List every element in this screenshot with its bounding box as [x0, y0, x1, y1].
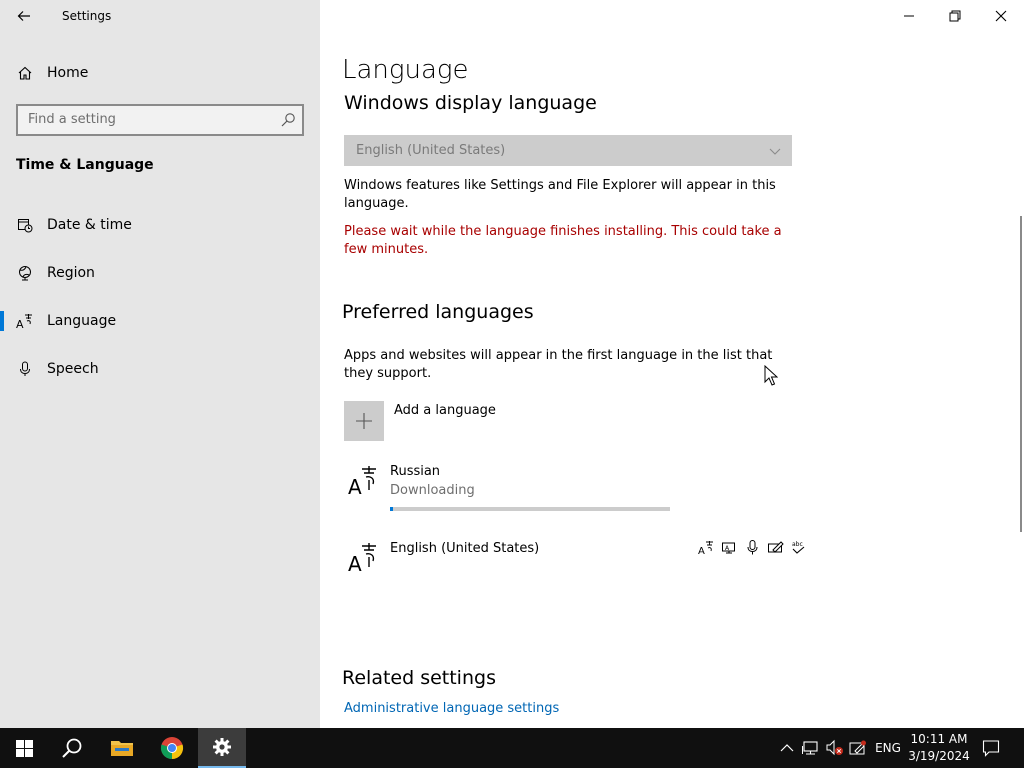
language-pack-icon: A [348, 543, 376, 575]
svg-text:A: A [348, 475, 362, 498]
handwriting-icon [767, 539, 784, 556]
language-feature-icons: A A abc [698, 539, 808, 557]
plus-icon [356, 413, 372, 429]
show-hidden-icons-button[interactable] [778, 738, 796, 758]
globe-icon [16, 264, 34, 282]
notification-icon [982, 740, 1000, 757]
chrome-button[interactable] [148, 728, 196, 768]
volume-muted-icon [826, 739, 843, 756]
volume-button[interactable] [825, 738, 845, 758]
app-title: Settings [62, 9, 112, 23]
display-icon: A [721, 539, 738, 556]
pen-workspace-icon [849, 740, 866, 755]
clock-date: 3/19/2024 [908, 749, 970, 763]
sidebar-item-label: Home [47, 65, 89, 81]
related-settings-heading: Related settings [342, 667, 496, 689]
gear-icon [213, 738, 231, 756]
display-language-heading: Windows display language [344, 92, 597, 114]
sidebar-item-speech[interactable]: Speech [0, 349, 320, 389]
network-button[interactable] [801, 738, 821, 758]
start-button[interactable] [0, 728, 48, 768]
chrome-icon [160, 737, 184, 760]
language-name: Russian [390, 464, 441, 479]
page-title: Language [342, 55, 469, 85]
sidebar-item-label: Date & time [47, 217, 132, 233]
search-icon [281, 113, 295, 127]
windows-logo-icon [15, 739, 33, 757]
file-explorer-button[interactable] [98, 728, 146, 768]
download-progress-fill [390, 507, 393, 511]
svg-text:A: A [698, 546, 705, 556]
language-icon: A [16, 312, 34, 330]
back-arrow-icon [17, 11, 30, 21]
download-progress-bar [390, 507, 670, 511]
settings-taskbar-button[interactable] [198, 728, 246, 768]
section-title: Time & Language [16, 157, 154, 173]
add-language-button[interactable] [344, 401, 384, 441]
speech-icon [744, 539, 761, 556]
display-language-description: Windows features like Settings and File … [344, 178, 776, 211]
folder-icon [111, 741, 133, 756]
preferred-languages-description: Apps and websites will appear in the fir… [344, 348, 773, 381]
preferred-languages-heading: Preferred languages [342, 301, 534, 323]
svg-text:A: A [348, 552, 362, 575]
language-pack-icon: A [348, 466, 376, 498]
back-button[interactable] [8, 2, 40, 30]
admin-language-settings-link[interactable]: Administrative language settings [344, 701, 559, 716]
sidebar-item-label: Language [47, 313, 117, 329]
chevron-down-icon [769, 148, 781, 155]
clock-time: 10:11 AM [910, 732, 968, 746]
language-item-english[interactable]: A English (United States) A A abc [344, 539, 805, 595]
language-name: English (United States) [390, 541, 540, 556]
sidebar-item-region[interactable]: Region [0, 253, 320, 293]
language-status: Downloading [390, 483, 475, 498]
language-item-russian[interactable]: A Russian Downloading [344, 462, 792, 518]
sidebar-item-date-time[interactable]: Date & time [0, 205, 320, 245]
svg-text:abc: abc [792, 541, 803, 548]
add-language-label[interactable]: Add a language [394, 403, 496, 418]
input-language-indicator[interactable]: ENG [874, 738, 902, 758]
sidebar: Settings Home Find a setting Time & Lang… [0, 0, 320, 728]
install-warning: Please wait while the language finishes … [344, 224, 782, 257]
search-icon [62, 738, 82, 758]
search-placeholder: Find a setting [28, 112, 116, 127]
taskbar-search-button[interactable] [48, 728, 96, 768]
dropdown-value: English (United States) [356, 143, 506, 158]
taskbar: ENG 10:11 AM 3/19/2024 [0, 728, 1024, 768]
mouse-cursor-icon [764, 365, 778, 386]
sidebar-item-language[interactable]: A Language [0, 301, 320, 341]
main-content: Language Windows display language Englis… [320, 0, 1024, 728]
search-input[interactable]: Find a setting [16, 104, 304, 136]
spellcheck-icon: abc [790, 539, 807, 556]
network-icon [802, 741, 818, 755]
home-icon [16, 64, 34, 82]
windows-ink-button[interactable] [848, 738, 868, 758]
sidebar-item-label: Speech [47, 361, 99, 377]
chevron-up-icon [780, 744, 794, 752]
taskbar-clock[interactable]: 10:11 AM 3/19/2024 [906, 731, 972, 765]
display-language-dropdown[interactable]: English (United States) [344, 135, 792, 166]
sidebar-item-label: Region [47, 265, 95, 281]
language-pack-icon: A [698, 539, 715, 557]
sidebar-item-home[interactable]: Home [0, 53, 320, 93]
scrollbar[interactable] [1020, 216, 1022, 532]
action-center-button[interactable] [980, 738, 1002, 758]
microphone-icon [16, 360, 34, 378]
svg-text:A: A [16, 318, 24, 330]
calendar-clock-icon [16, 216, 34, 234]
